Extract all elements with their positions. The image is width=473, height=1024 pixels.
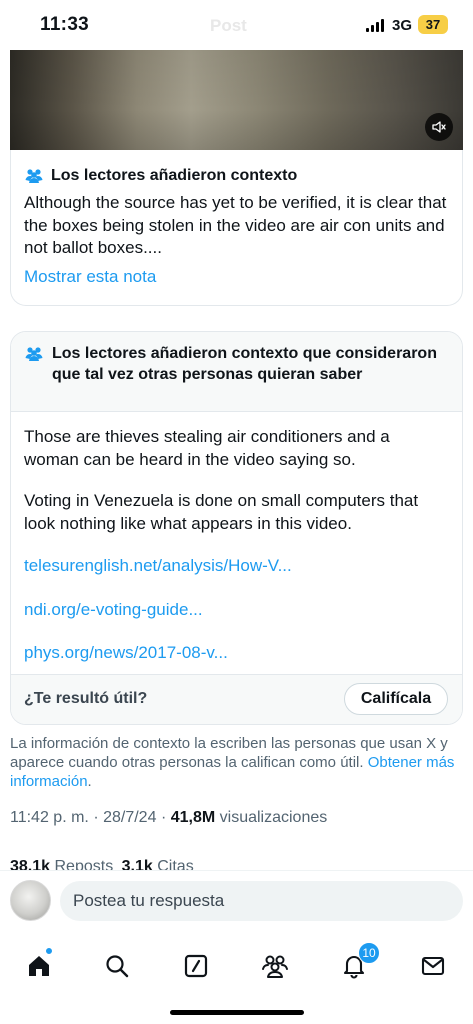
note-paragraph: Voting in Venezuela is done on small com… xyxy=(24,491,419,533)
notifications-badge: 10 xyxy=(358,942,380,964)
views-label: visualizaciones xyxy=(219,809,328,826)
messages-icon xyxy=(421,956,445,976)
note-header: Los lectores añadieron contexto xyxy=(24,165,297,186)
community-note-expanded: Los lectores añadieron contexto que cons… xyxy=(10,331,463,725)
network-type: 3G xyxy=(392,17,413,34)
reply-input[interactable]: Postea tu respuesta xyxy=(60,881,463,921)
search-icon xyxy=(106,955,129,978)
note-title: Los lectores añadieron contexto que cons… xyxy=(52,345,437,383)
avatar xyxy=(10,880,51,921)
source-link[interactable]: ndi.org/e-voting-guide... xyxy=(24,599,203,622)
context-info-period: . xyxy=(87,773,92,790)
note-rating-bar: ¿Te resultó útil? Califícala xyxy=(11,674,462,724)
rate-note-button[interactable]: Califícala xyxy=(344,683,448,715)
faded-header-title: Post xyxy=(210,16,247,35)
show-note-link[interactable]: Mostrar esta nota xyxy=(24,266,156,289)
post-time: 11:42 p. m. xyxy=(10,809,89,826)
grok-icon xyxy=(184,954,208,978)
signal-icon xyxy=(366,19,384,32)
context-info: La información de contexto la escriben l… xyxy=(10,734,465,791)
post-date: 28/7/24 xyxy=(103,809,157,826)
home-icon xyxy=(29,956,49,976)
community-note-card: Los lectores añadieron contexto Although… xyxy=(10,150,463,306)
note-title: Los lectores añadieron contexto xyxy=(51,167,298,184)
home-indicator xyxy=(170,1010,304,1015)
tab-messages[interactable] xyxy=(409,942,457,990)
status-bar: 11:33 Post 3G 37 xyxy=(0,0,473,50)
tab-communities[interactable] xyxy=(251,942,299,990)
tab-grok[interactable] xyxy=(172,942,220,990)
note-body: Although the source has yet to be verifi… xyxy=(24,193,447,257)
views-count: 41,8M xyxy=(170,809,216,826)
note-header: Los lectores añadieron contexto que cons… xyxy=(11,332,462,412)
post-video[interactable] xyxy=(10,50,463,150)
meta-separator: · xyxy=(160,809,167,826)
speaker-muted-icon[interactable] xyxy=(425,113,453,141)
people-icon xyxy=(25,168,43,183)
people-icon xyxy=(25,347,43,361)
communities-icon xyxy=(262,955,288,978)
source-link[interactable]: phys.org/news/2017-08-v... xyxy=(24,642,228,665)
tab-notifications[interactable]: 10 xyxy=(330,942,380,990)
home-unread-dot xyxy=(45,947,53,955)
divider xyxy=(0,870,473,871)
meta-separator: · xyxy=(93,809,99,826)
battery-icon: 37 xyxy=(418,15,448,34)
source-link[interactable]: telesurenglish.net/analysis/How-V... xyxy=(24,555,292,578)
note-paragraph: Those are thieves stealing air condition… xyxy=(24,427,390,469)
status-time: 11:33 xyxy=(40,14,90,35)
post-meta: 11:42 p. m. · 28/7/24 · 41,8M visualizac… xyxy=(10,807,327,829)
helpful-question: ¿Te resultó útil? xyxy=(24,690,148,707)
tab-search[interactable] xyxy=(93,942,141,990)
tab-home[interactable] xyxy=(15,942,63,990)
reply-bar: Postea tu respuesta xyxy=(0,870,473,932)
